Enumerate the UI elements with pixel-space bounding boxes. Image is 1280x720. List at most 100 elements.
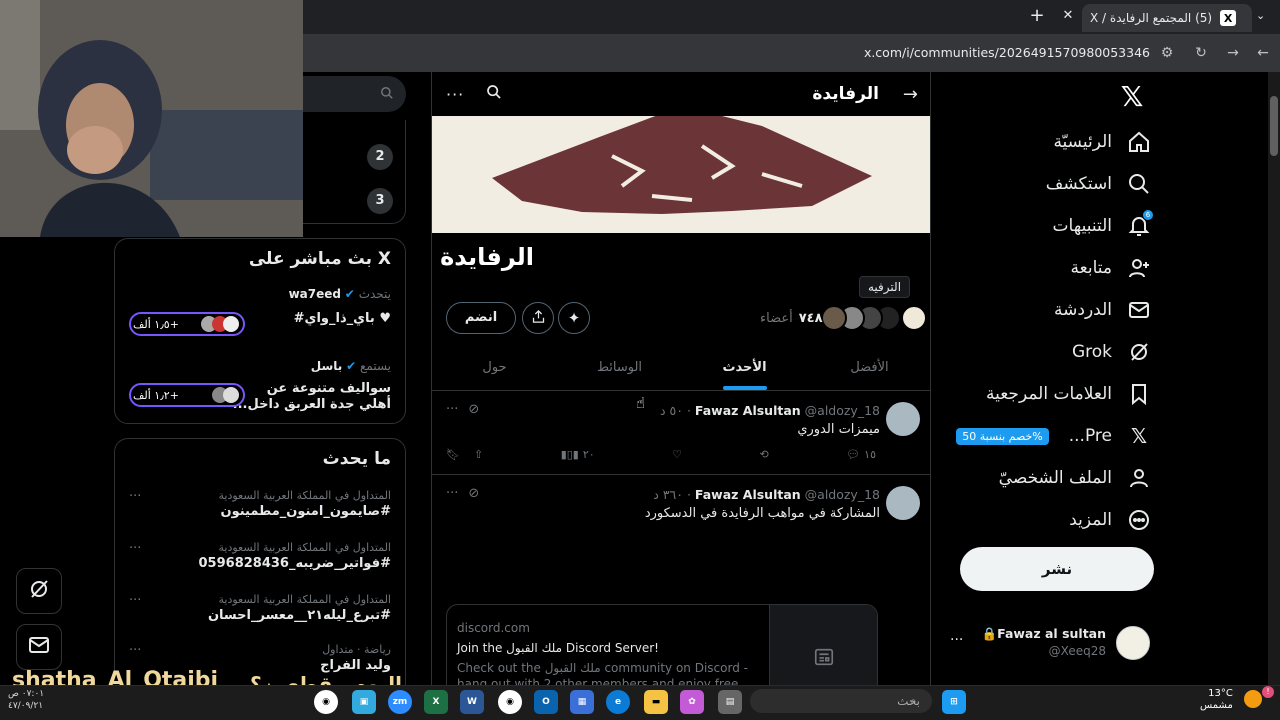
post-button[interactable]: نشر	[960, 547, 1154, 591]
link-card[interactable]: discord.com Join the ملك القبول Discord …	[446, 604, 878, 685]
space-host[interactable]: يتحدث ✔ wa7eed	[127, 287, 391, 301]
nav-item-premium[interactable]: 𝕏 Pre... %خصم بنسبة 50	[956, 416, 1152, 456]
nav-item-home[interactable]: الرئيسيّة	[1053, 122, 1152, 162]
grok-icon[interactable]: ⊘	[468, 486, 479, 501]
reply-button[interactable]: 💬︎ ١٥	[846, 448, 876, 461]
tab-media[interactable]: الوسائط	[557, 345, 682, 390]
outlook-icon[interactable]: O	[534, 690, 558, 714]
grok-summary-button[interactable]: ✦	[558, 302, 590, 334]
grok-float-button[interactable]	[16, 568, 62, 614]
notification-icon[interactable]: !	[1262, 686, 1274, 698]
card-description: Check out the ملك القبول community on Di…	[457, 661, 748, 675]
weather-widget[interactable]: 13°C مشمس	[1200, 688, 1233, 712]
tab-top[interactable]: الأفضل	[807, 345, 930, 390]
tab-menu-icon[interactable]: ⌄	[1256, 9, 1265, 22]
nav-item-notifications[interactable]: 6 التنبيهات	[1053, 206, 1154, 246]
nav-item-profile[interactable]: الملف الشخصيّ	[999, 458, 1152, 498]
more-dots-icon[interactable]: ···	[129, 541, 141, 556]
space-host[interactable]: يستمع ✔ باسل	[127, 359, 391, 373]
app-icon[interactable]: ▤	[718, 690, 742, 714]
x-premium-icon: 𝕏	[1130, 424, 1148, 448]
trend-item[interactable]: المتداول في المملكة العربية السعودية #تب…	[127, 593, 391, 623]
nav-item-bookmarks[interactable]: العلامات المرجعية	[986, 374, 1152, 414]
close-tab-button[interactable]: ✕	[1060, 8, 1076, 24]
lock-icon: 🔒	[981, 626, 998, 641]
trend-context: المتداول في المملكة العربية السعودية	[218, 541, 391, 554]
more-icon	[1126, 507, 1152, 533]
word-icon[interactable]: W	[460, 690, 484, 714]
share-icon[interactable]: ⇧	[474, 448, 483, 461]
excel-icon[interactable]: X	[424, 690, 448, 714]
nav-item-more[interactable]: المزيد	[1069, 500, 1152, 540]
space-listeners-pill[interactable]: ١٫٢ ألف+	[129, 383, 245, 407]
header-title: الرفايدة	[812, 84, 879, 104]
space-title-line: سواليف متنوعة عن	[266, 381, 391, 396]
tweet-text: المشاركة في مواهب الرفايدة في الدسكورد	[644, 506, 880, 521]
taskbar-clock[interactable]: ٠٧:٠١ ص ٤٧/٠٩/٢١	[8, 688, 44, 712]
tweet[interactable]: Fawaz Alsultan @aldozy_18 · ٥٠ د ميمزات …	[432, 392, 930, 475]
account-switcher[interactable]: 🔒Fawaz al sultan @Xeeq28 ···	[950, 622, 1150, 666]
back-arrow-icon[interactable]: →	[903, 84, 918, 105]
scrollbar-thumb[interactable]	[1270, 96, 1278, 156]
more-dots-icon[interactable]: ···	[129, 593, 141, 608]
mail-icon	[27, 633, 51, 661]
trend-item[interactable]: المتداول في المملكة العربية السعودية #فو…	[127, 541, 391, 571]
more-dots-icon[interactable]: ···	[446, 402, 458, 417]
tweet[interactable]: Fawaz Alsultan @aldozy_18 · ٣٦٠ د المشار…	[432, 476, 930, 685]
rank-number[interactable]: 3	[367, 188, 393, 214]
trend-item[interactable]: المتداول في المملكة العربية السعودية #صا…	[127, 489, 391, 519]
more-options-icon[interactable]: ···	[446, 85, 464, 104]
nav-item-grok[interactable]: Grok	[1072, 332, 1152, 372]
retweet-button[interactable]: ⟲	[760, 448, 769, 461]
nav-item-explore[interactable]: استكشف	[1046, 164, 1152, 204]
rank-number[interactable]: 2	[367, 144, 393, 170]
windows-start-icon[interactable]: ⊞	[942, 690, 966, 714]
nav-item-chat[interactable]: الدردشة	[1054, 290, 1152, 330]
more-dots-icon[interactable]: ···	[129, 489, 141, 504]
back-icon[interactable]: ←	[1254, 44, 1272, 62]
views-button[interactable]: ▮▯▮ ٢٠	[561, 448, 595, 461]
zoom-icon[interactable]: zm	[388, 690, 412, 714]
more-dots-icon[interactable]: ···	[446, 486, 458, 501]
grok-icon[interactable]: ⊘	[468, 402, 479, 417]
browser-tab[interactable]: X (5) المجتمع الرفايدة / X	[1082, 4, 1252, 32]
scrollbar[interactable]	[1268, 72, 1280, 685]
join-button[interactable]: انضم	[446, 302, 516, 334]
whats-happening-title: ما يحدث	[322, 449, 391, 469]
listener-count: ١٫٥ ألف+	[133, 317, 179, 331]
reload-icon[interactable]: ↻	[1192, 44, 1210, 62]
chrome-icon[interactable]: ◉	[498, 690, 522, 714]
app-icon[interactable]: ▣	[352, 690, 376, 714]
copilot-icon[interactable]: ✿	[680, 690, 704, 714]
tweet-author[interactable]: Fawaz Alsultan @aldozy_18 · ٥٠ د	[660, 403, 880, 418]
folder-icon[interactable]: ▬	[644, 690, 668, 714]
avatar[interactable]	[886, 486, 920, 520]
share-button[interactable]	[522, 302, 554, 334]
space-title[interactable]: ♥ باي_ذا_واي#	[241, 311, 391, 326]
space-listeners-pill[interactable]: ١٫٥ ألف+	[129, 312, 245, 336]
tweet-author[interactable]: Fawaz Alsultan @aldozy_18 · ٣٦٠ د	[653, 487, 880, 502]
tab-about[interactable]: حول	[432, 345, 557, 390]
edge-icon[interactable]: e	[606, 690, 630, 714]
space-title[interactable]: سواليف متنوعة عن أهلي جدة العربق داخل...	[231, 381, 391, 413]
member-summary[interactable]: ٧٤٨ أعضاء	[760, 304, 927, 332]
like-button[interactable]: ♡	[672, 448, 682, 461]
taskbar-search[interactable]: بحث ⌕	[750, 689, 932, 713]
nav-item-follow[interactable]: متابعة	[1071, 248, 1152, 288]
more-dots-icon[interactable]: ···	[950, 632, 963, 648]
more-dots-icon[interactable]: ···	[129, 643, 141, 658]
bookmark-icon[interactable]: 🔖︎	[446, 448, 460, 461]
x-logo-icon[interactable]: 𝕏	[1116, 80, 1148, 113]
chrome-icon[interactable]: ◉	[314, 690, 338, 714]
category-tag[interactable]: الترفيه	[859, 276, 911, 298]
tab-latest[interactable]: الأحدث	[682, 345, 807, 390]
messages-float-button[interactable]	[16, 624, 62, 670]
new-tab-button[interactable]: +	[1028, 7, 1046, 25]
search-icon[interactable]	[486, 84, 502, 104]
card-domain: discord.com	[457, 621, 530, 635]
avatar[interactable]	[886, 402, 920, 436]
forward-icon[interactable]: →	[1224, 44, 1242, 62]
url-field[interactable]: x.com/i/communities/2026491570980053346	[300, 42, 1150, 64]
site-settings-icon[interactable]: ⚙	[1158, 44, 1176, 62]
store-icon[interactable]: ▦	[570, 690, 594, 714]
